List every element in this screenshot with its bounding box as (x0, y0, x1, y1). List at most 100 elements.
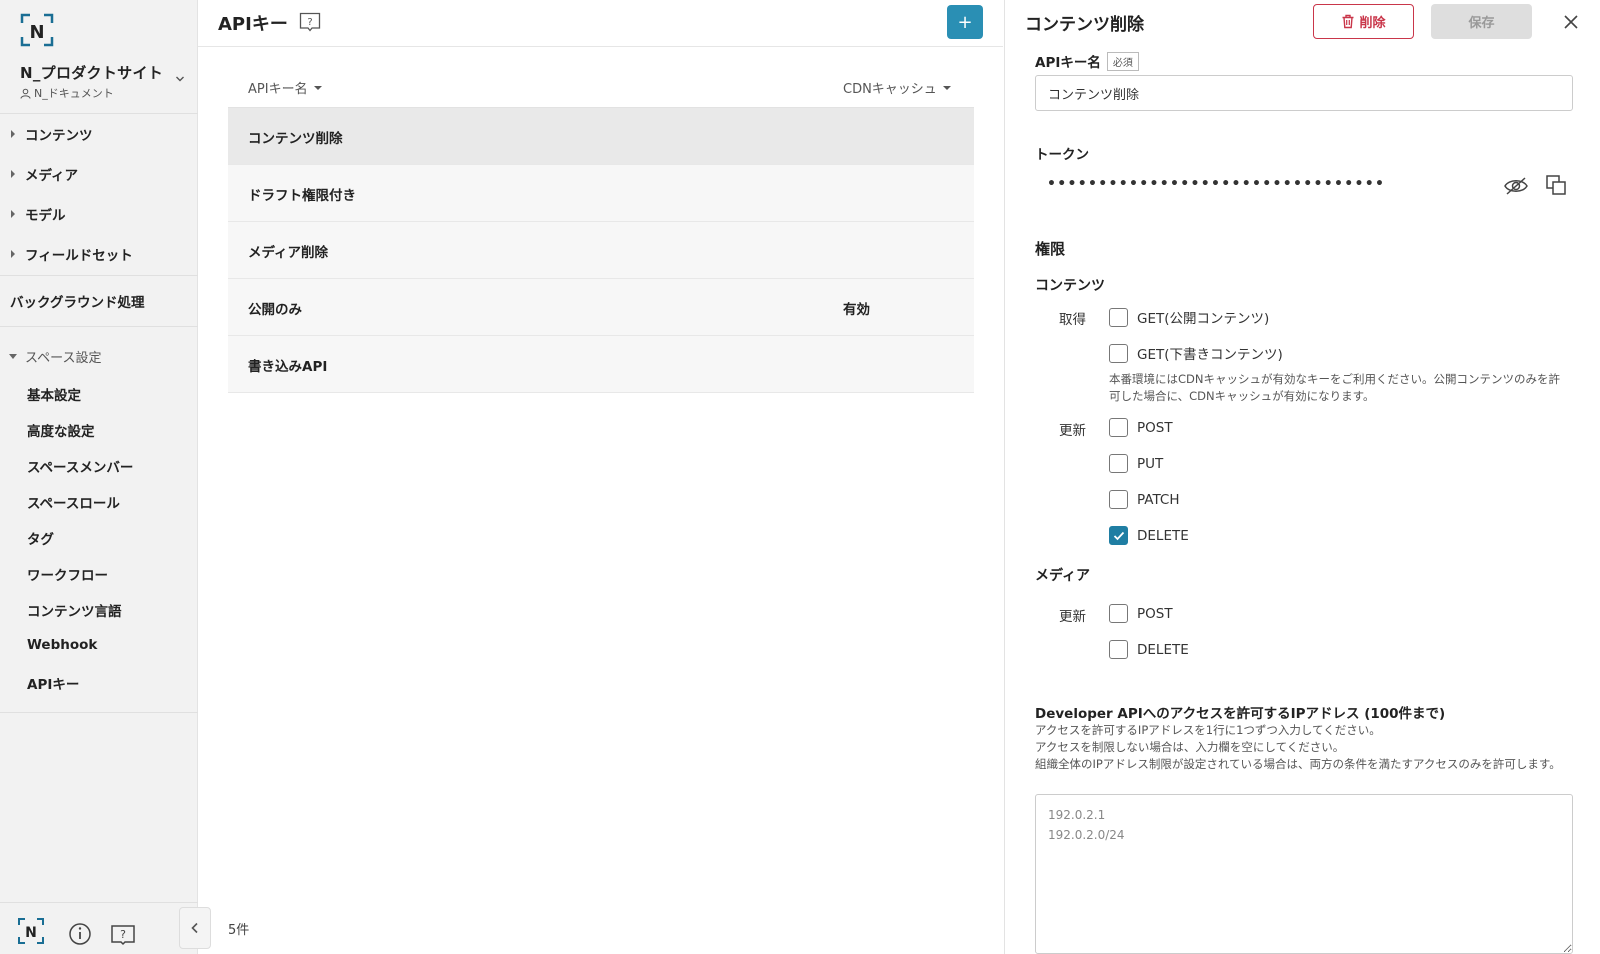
checkbox-delete[interactable]: DELETE (1109, 526, 1189, 545)
media-update-row-label: 更新 (1059, 609, 1086, 625)
svg-text:N: N (25, 925, 37, 941)
main-header: APIキー ? + (198, 0, 1003, 47)
token-label: トークン (1035, 147, 1089, 163)
token-value: ••••••••••••••••••••••••••••••••• (1047, 176, 1386, 192)
checkbox-box (1109, 454, 1128, 473)
svg-text:?: ? (307, 17, 312, 28)
checkbox-post[interactable]: POST (1109, 418, 1173, 437)
space-switcher[interactable]: N_プロダクトサイト N_ドキュメント (20, 62, 185, 102)
checkbox-put[interactable]: PUT (1109, 454, 1163, 473)
checkbox-box (1109, 307, 1128, 327)
eye-off-icon[interactable] (1503, 175, 1529, 197)
settings-item-advanced[interactable]: 高度な設定 (27, 420, 95, 440)
api-key-table: APIキー名 CDNキャッシュ コンテンツ削除 ドラフト権限付き メディア削除 … (228, 68, 974, 393)
nav-item-model[interactable]: モデル (0, 196, 198, 232)
copy-icon[interactable] (1545, 174, 1567, 196)
item-count: 5件 (228, 923, 250, 938)
home-logo-icon[interactable]: N (17, 917, 45, 945)
divider (0, 275, 198, 276)
close-icon[interactable] (1561, 12, 1581, 32)
nav-item-fieldset[interactable]: フィールドセット (0, 236, 198, 272)
table-row[interactable]: 公開のみ 有効 (228, 279, 974, 336)
space-settings-toggle[interactable]: スペース設定 (0, 344, 198, 368)
chevron-left-icon (191, 922, 198, 934)
settings-item-webhook[interactable]: Webhook (27, 637, 97, 653)
column-header-name[interactable]: APIキー名 (248, 78, 322, 97)
checkbox-box (1109, 418, 1128, 437)
caret-right-icon (10, 130, 15, 138)
api-key-name-input[interactable] (1035, 75, 1573, 111)
table-row[interactable]: 書き込みAPI (228, 336, 974, 393)
info-icon[interactable] (66, 921, 94, 949)
checkbox-media-delete[interactable]: DELETE (1109, 640, 1189, 659)
update-row-label: 更新 (1059, 423, 1086, 439)
ip-allowlist-description: アクセスを許可するIPアドレスを1行に1つずつ入力してください。 アクセスを制限… (1035, 723, 1561, 771)
table-row[interactable]: メディア削除 (228, 222, 974, 279)
row-name: メディア削除 (248, 245, 329, 261)
column-header-cdn[interactable]: CDNキャッシュ (843, 78, 951, 97)
settings-item-roles[interactable]: スペースロール (27, 492, 120, 512)
checkbox-box (1109, 343, 1128, 363)
caret-right-icon (10, 250, 15, 258)
checkbox-get-draft[interactable]: GET(下書きコンテンツ) (1109, 343, 1283, 363)
panel-title: コンテンツ削除 (1025, 15, 1144, 35)
cdn-note: 本番環境にはCDNキャッシュが有効なキーをご利用ください。公開コンテンツのみを許… (1109, 372, 1560, 403)
caret-right-icon (10, 210, 15, 218)
row-cdn: 有効 (843, 302, 870, 318)
row-name: コンテンツ削除 (248, 131, 343, 147)
ip-allowlist-label: Developer APIへのアクセスを許可するIPアドレス (100件まで) (1035, 706, 1446, 722)
trash-icon (1342, 14, 1354, 29)
divider (0, 712, 198, 713)
checkbox-patch[interactable]: PATCH (1109, 490, 1180, 509)
sort-icon (942, 85, 951, 90)
nav-item-media[interactable]: メディア (0, 156, 198, 192)
save-button[interactable]: 保存 (1431, 4, 1532, 39)
svg-text:N: N (29, 22, 44, 43)
permissions-title: 権限 (1035, 240, 1066, 258)
row-name: ドラフト権限付き (248, 188, 356, 204)
table-row[interactable]: ドラフト権限付き (228, 165, 974, 222)
settings-item-apikeys[interactable]: APIキー (27, 673, 79, 693)
help-book-icon[interactable]: ? (109, 921, 137, 949)
divider (0, 113, 198, 114)
settings-item-basic[interactable]: 基本設定 (27, 384, 81, 404)
content-group-label: コンテンツ (1035, 278, 1105, 294)
table-header: APIキー名 CDNキャッシュ (228, 68, 974, 108)
page-title: APIキー (218, 14, 288, 35)
checkbox-box-checked (1109, 526, 1128, 545)
checkbox-box (1109, 604, 1128, 623)
collapse-sidebar-button[interactable] (179, 907, 211, 949)
settings-item-workflow[interactable]: ワークフロー (27, 564, 108, 584)
space-name: N_プロダクトサイト (20, 64, 164, 82)
nav-item-content[interactable]: コンテンツ (0, 116, 198, 152)
sort-icon (313, 85, 322, 90)
settings-item-languages[interactable]: コンテンツ言語 (27, 600, 122, 620)
media-group-label: メディア (1035, 568, 1091, 584)
row-name: 公開のみ (248, 302, 302, 318)
check-icon (1113, 531, 1124, 540)
help-icon[interactable]: ? (299, 11, 321, 33)
row-name: 書き込みAPI (248, 359, 328, 375)
checkbox-media-post[interactable]: POST (1109, 604, 1173, 623)
checkbox-box (1109, 490, 1128, 509)
required-badge: 必須 (1106, 52, 1139, 71)
divider (0, 326, 198, 327)
space-sub-label: N_ドキュメント (34, 87, 114, 100)
logo-icon[interactable]: N (20, 13, 54, 47)
ip-allowlist-textarea[interactable] (1035, 794, 1573, 954)
settings-item-members[interactable]: スペースメンバー (27, 456, 133, 476)
add-api-key-button[interactable]: + (947, 5, 983, 39)
checkbox-get-public[interactable]: GET(公開コンテンツ) (1109, 307, 1269, 327)
delete-button[interactable]: 削除 (1313, 4, 1414, 39)
settings-item-tags[interactable]: タグ (27, 528, 54, 548)
sidebar: N N_プロダクトサイト N_ドキュメント コンテンツ メディア モデル フィー… (0, 0, 198, 954)
svg-text:?: ? (120, 928, 126, 941)
table-row[interactable]: コンテンツ削除 (228, 108, 974, 165)
api-key-name-label: APIキー名 必須 (1035, 51, 1139, 71)
chevron-down-icon (176, 76, 184, 82)
checkbox-box (1109, 640, 1128, 659)
nav-item-background[interactable]: バックグラウンド処理 (10, 291, 144, 311)
user-icon (20, 88, 31, 99)
caret-right-icon (10, 170, 15, 178)
sidebar-footer: N ? (0, 902, 198, 954)
